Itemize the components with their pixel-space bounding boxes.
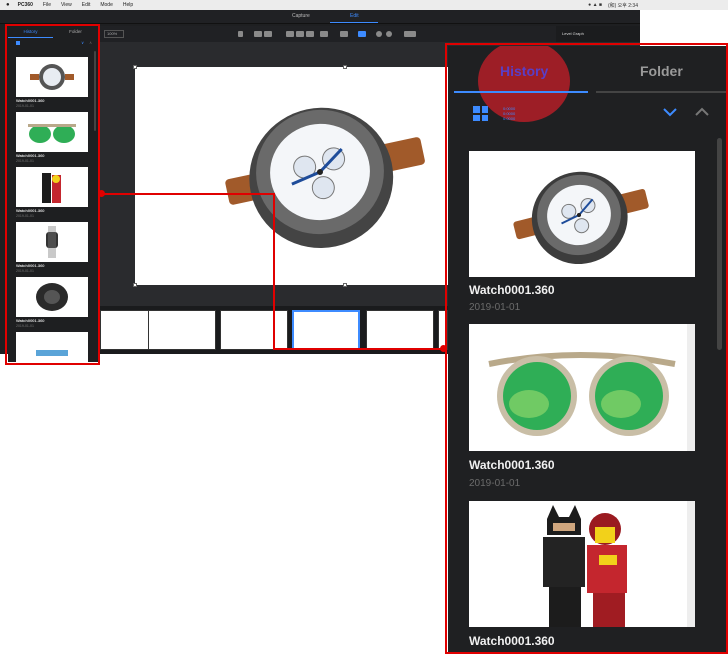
- resize-handle[interactable]: [343, 283, 347, 287]
- menu-file[interactable]: File: [43, 2, 51, 8]
- highlight-frame-sidebar: [5, 24, 100, 365]
- crop-icon[interactable]: [340, 31, 348, 37]
- select-icon[interactable]: [358, 31, 366, 37]
- redo-icon[interactable]: [386, 31, 392, 37]
- menu-edit[interactable]: Edit: [82, 2, 91, 8]
- level-graph-title: Level Graph: [562, 31, 584, 36]
- callout-line: [273, 348, 445, 350]
- mode-bar: Capture Edit: [0, 10, 640, 24]
- view-icon-b[interactable]: [296, 31, 304, 37]
- menubar-status: ● ▲ ■ (和) 오후 2:34: [588, 2, 638, 9]
- view-icon-a[interactable]: [286, 31, 294, 37]
- film-thumb-selected[interactable]: [292, 310, 360, 350]
- menu-app-name[interactable]: PC360: [18, 2, 33, 8]
- tutorial-screenshot: ● PC360 File View Edit Mode Help ● ▲ ■ (…: [0, 0, 728, 654]
- film-thumb[interactable]: [366, 310, 434, 350]
- tab-edit[interactable]: Edit: [350, 13, 359, 19]
- status-icons: ● ▲ ■: [588, 1, 602, 8]
- mac-menubar: ● PC360 File View Edit Mode Help ● ▲ ■ (…: [0, 0, 728, 10]
- film-thumb[interactable]: [220, 310, 288, 350]
- resize-handle[interactable]: [133, 283, 137, 287]
- menu-view[interactable]: View: [61, 2, 72, 8]
- magnify-icon[interactable]: [238, 31, 243, 37]
- callout-line: [273, 193, 275, 350]
- apple-icon[interactable]: ●: [6, 2, 10, 8]
- mode-underline: [330, 22, 378, 23]
- view-icon-d[interactable]: [320, 31, 328, 37]
- layout-icon-b[interactable]: [264, 31, 272, 37]
- highlight-frame-zoom: [445, 43, 728, 654]
- undo-icon[interactable]: [376, 31, 382, 37]
- film-thumb[interactable]: [148, 310, 216, 350]
- menu-mode[interactable]: Mode: [100, 2, 113, 8]
- tab-capture[interactable]: Capture: [292, 13, 310, 19]
- menubar-clock: (和) 오후 2:34: [607, 2, 638, 9]
- view-icon-c[interactable]: [306, 31, 314, 37]
- menu-help[interactable]: Help: [123, 2, 133, 8]
- callout-line: [102, 193, 274, 195]
- layout-icon-a[interactable]: [254, 31, 262, 37]
- resize-handle[interactable]: [343, 65, 347, 69]
- export-icon[interactable]: [404, 31, 416, 37]
- callout-dot: [98, 190, 105, 197]
- zoom-select[interactable]: 100%: [104, 30, 124, 38]
- resize-handle[interactable]: [133, 65, 137, 69]
